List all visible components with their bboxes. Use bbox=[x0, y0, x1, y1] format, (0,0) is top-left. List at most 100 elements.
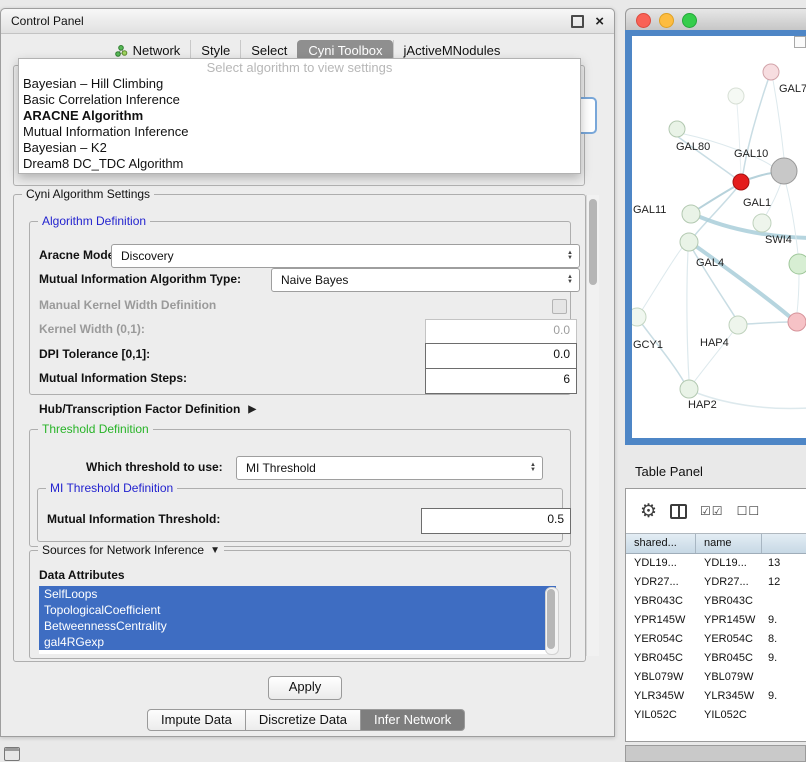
algorithm-option[interactable]: Mutual Information Inference bbox=[19, 124, 580, 140]
combo-arrows-icon: ▲▼ bbox=[567, 251, 579, 261]
docked-panel-icon[interactable] bbox=[4, 747, 20, 761]
manual-kernel-width-label: Manual Kernel Width Definition bbox=[39, 298, 216, 312]
kernel-width-field: 0.0 bbox=[425, 319, 577, 345]
canvas-scroll-corner[interactable] bbox=[794, 36, 806, 48]
table-cell bbox=[762, 592, 806, 611]
apply-button[interactable]: Apply bbox=[268, 676, 342, 700]
network-icon bbox=[115, 45, 128, 57]
column-header[interactable] bbox=[762, 534, 806, 553]
mi-steps-field[interactable]: 6 bbox=[425, 368, 577, 394]
table-row[interactable]: YER054CYER054C8. bbox=[626, 630, 806, 649]
close-icon[interactable]: × bbox=[595, 14, 604, 29]
mi-algorithm-type-label: Mutual Information Algorithm Type: bbox=[39, 272, 241, 286]
network-node[interactable] bbox=[632, 308, 646, 326]
tab-impute-data[interactable]: Impute Data bbox=[147, 709, 246, 731]
table-row[interactable]: YBR043CYBR043C bbox=[626, 592, 806, 611]
attribute-item[interactable]: SelfLoops bbox=[39, 586, 556, 602]
attribute-item[interactable]: TopologicalCoefficient bbox=[39, 602, 556, 618]
network-node[interactable] bbox=[682, 205, 700, 223]
close-traffic-icon[interactable] bbox=[636, 13, 651, 28]
control-panel-titlebar[interactable]: Control Panel × bbox=[1, 9, 614, 34]
network-node[interactable] bbox=[680, 380, 698, 398]
table-cell: YIL052C bbox=[626, 706, 696, 725]
table-row[interactable]: YBR045CYBR045C9. bbox=[626, 649, 806, 668]
manual-kernel-width-checkbox bbox=[552, 299, 567, 314]
column-header[interactable]: shared... bbox=[626, 534, 696, 553]
network-window-titlebar[interactable] bbox=[625, 8, 806, 31]
table-row[interactable]: YBL079WYBL079W bbox=[626, 668, 806, 687]
node-label: HAP4 bbox=[700, 337, 729, 349]
algorithm-option[interactable]: Dream8 DC_TDC Algorithm bbox=[19, 156, 580, 172]
float-window-icon[interactable] bbox=[571, 15, 584, 28]
tab-infer-network[interactable]: Infer Network bbox=[361, 709, 465, 731]
table-cell: 9. bbox=[762, 611, 806, 630]
minimize-traffic-icon[interactable] bbox=[659, 13, 674, 28]
tab-label: jActiveMNodules bbox=[404, 43, 501, 58]
algorithm-option[interactable]: Bayesian – K2 bbox=[19, 140, 580, 156]
algorithm-option[interactable]: Bayesian – Hill Climbing bbox=[19, 76, 580, 92]
algorithm-option[interactable]: Basic Correlation Inference bbox=[19, 92, 580, 108]
table-row[interactable]: YDL19...YDL19...13 bbox=[626, 554, 806, 573]
sources-title[interactable]: Sources for Network Inference ▼ bbox=[38, 543, 224, 557]
node-label: HAP2 bbox=[688, 399, 717, 411]
attributes-scrollbar[interactable] bbox=[545, 587, 559, 655]
mi-threshold-title: MI Threshold Definition bbox=[46, 481, 177, 495]
settings-scrollbar[interactable] bbox=[586, 195, 599, 656]
hub-definition-label: Hub/Transcription Factor Definition bbox=[39, 402, 240, 416]
network-node[interactable] bbox=[789, 254, 806, 274]
table-row[interactable]: YPR145WYPR145W9. bbox=[626, 611, 806, 630]
column-header[interactable]: name bbox=[696, 534, 762, 553]
table-cell: YER054C bbox=[626, 630, 696, 649]
network-node[interactable] bbox=[669, 121, 685, 137]
tab-discretize-data[interactable]: Discretize Data bbox=[246, 709, 361, 731]
cyni-bottom-tabs: Impute DataDiscretize DataInfer Network bbox=[147, 709, 465, 731]
network-node[interactable] bbox=[733, 174, 749, 190]
mi-threshold-label: Mutual Information Threshold: bbox=[47, 512, 220, 526]
aracne-mode-select[interactable]: Discovery ▲▼ bbox=[111, 244, 580, 268]
network-node[interactable] bbox=[728, 88, 744, 104]
dpi-tolerance-field[interactable]: 0.0 bbox=[425, 343, 577, 369]
network-view-window: GAL7GAL80GAL10GAL1GAL11SWI4GAL4GCY1HAP4H… bbox=[625, 8, 806, 445]
select-all-icon[interactable]: ☑☑ bbox=[700, 504, 724, 518]
network-node[interactable] bbox=[753, 214, 771, 232]
table-cell: YBR045C bbox=[696, 649, 762, 668]
node-label: GAL10 bbox=[734, 148, 768, 160]
mi-algorithm-type-select[interactable]: Naive Bayes ▲▼ bbox=[271, 268, 580, 292]
table-cell: 12 bbox=[762, 573, 806, 592]
scrollbar-thumb[interactable] bbox=[589, 199, 597, 285]
network-node[interactable] bbox=[788, 313, 806, 331]
table-cell: YBL079W bbox=[626, 668, 696, 687]
which-threshold-select[interactable]: MI Threshold ▲▼ bbox=[236, 456, 543, 480]
table-row[interactable]: YLR345WYLR345W9. bbox=[626, 687, 806, 706]
mi-steps-label: Mutual Information Steps: bbox=[39, 371, 187, 385]
node-label: GAL4 bbox=[696, 257, 724, 269]
node-label: GAL80 bbox=[676, 141, 710, 153]
table-cell: YBR043C bbox=[626, 592, 696, 611]
network-node[interactable] bbox=[763, 64, 779, 80]
table-cell: YBR043C bbox=[696, 592, 762, 611]
network-node[interactable] bbox=[729, 316, 747, 334]
table-row[interactable]: YDR27...YDR27...12 bbox=[626, 573, 806, 592]
gear-icon[interactable]: ⚙ bbox=[640, 500, 657, 523]
network-canvas[interactable]: GAL7GAL80GAL10GAL1GAL11SWI4GAL4GCY1HAP4H… bbox=[632, 36, 806, 438]
network-node[interactable] bbox=[771, 158, 797, 184]
combo-arrows-icon: ▲▼ bbox=[567, 275, 579, 285]
attribute-item[interactable]: BetweennessCentrality bbox=[39, 618, 556, 634]
control-panel-window: Control Panel × NetworkStyleSelectCyni T… bbox=[0, 8, 615, 737]
table-horizontal-scrollbar[interactable] bbox=[625, 745, 806, 762]
window-title: Control Panel bbox=[11, 14, 84, 28]
node-label: GAL7 bbox=[779, 83, 806, 95]
algorithm-option[interactable]: ARACNE Algorithm bbox=[19, 108, 580, 124]
columns-icon[interactable] bbox=[670, 504, 687, 519]
network-node[interactable] bbox=[680, 233, 698, 251]
hub-definition-toggle[interactable]: Hub/Transcription Factor Definition ▶ bbox=[39, 402, 256, 416]
attribute-item[interactable]: gal4RGexp bbox=[39, 634, 556, 650]
mi-threshold-field[interactable]: 0.5 bbox=[421, 508, 571, 534]
table-cell: 13 bbox=[762, 554, 806, 573]
table-cell: 9. bbox=[762, 649, 806, 668]
table-cell: YPR145W bbox=[696, 611, 762, 630]
network-graph[interactable]: GAL7GAL80GAL10GAL1GAL11SWI4GAL4GCY1HAP4H… bbox=[632, 36, 806, 438]
table-row[interactable]: YIL052CYIL052C bbox=[626, 706, 806, 725]
deselect-all-icon[interactable]: ☐☐ bbox=[737, 504, 761, 518]
zoom-traffic-icon[interactable] bbox=[682, 13, 697, 28]
